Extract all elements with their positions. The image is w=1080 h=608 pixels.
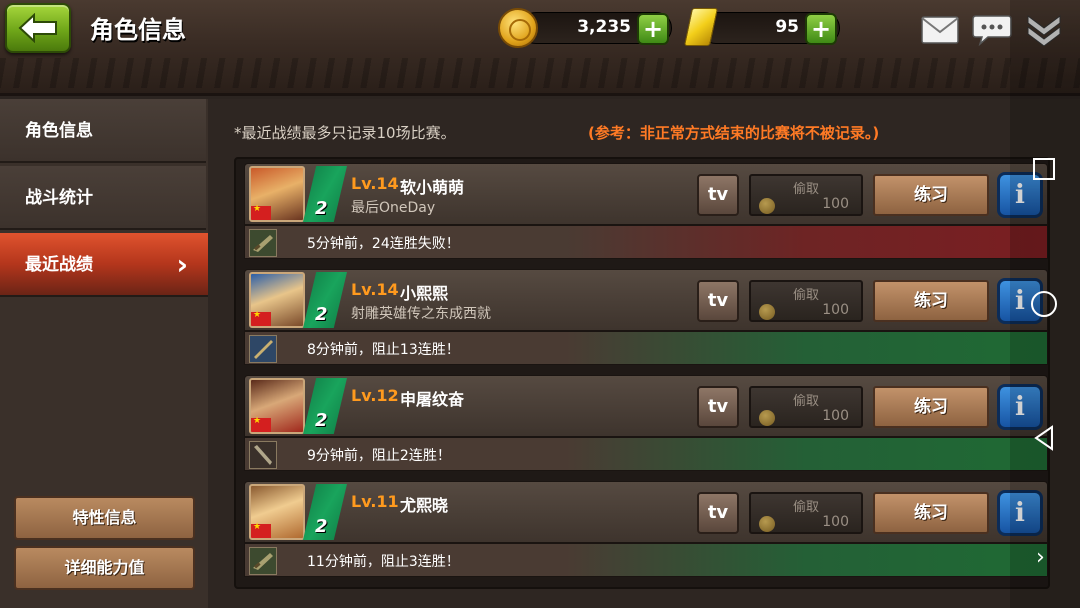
steal-cost: 100 (822, 302, 849, 318)
coin-icon (759, 516, 775, 532)
replay-tv-button[interactable]: tv (697, 280, 739, 322)
player-name: 软小萌萌 (400, 178, 465, 197)
detailed-stats-button[interactable]: 详细能力值 (14, 546, 195, 590)
chevron-right-icon[interactable]: › (1036, 545, 1045, 570)
chat-icon[interactable] (972, 12, 1012, 46)
steal-button[interactable]: 偷取 100 (749, 386, 863, 428)
avatar[interactable] (249, 272, 305, 328)
list-item: 2 Lv.12 申屠纹奋 tv 偷取 100 练习 i 9分钟前，阻止2连胜！ (244, 375, 1048, 475)
mail-icon[interactable] (920, 12, 960, 46)
row-header: 2 Lv.11 尤熙晓 tv 偷取 100 练习 i (244, 481, 1048, 543)
sidebar: 角色信息 战斗统计 最近战绩 › 特性信息 详细能力值 (0, 99, 208, 608)
result-bar: 5分钟前，24连胜失败！ (244, 225, 1048, 259)
avatar[interactable] (249, 484, 305, 540)
steal-cost: 100 (822, 514, 849, 530)
result-text: 11分钟前，阻止3连胜！ (307, 554, 460, 570)
weapon-icon (249, 441, 277, 469)
steal-label: 偷取 (792, 394, 819, 409)
china-flag-icon (251, 522, 271, 538)
list-item: 2 Lv.11 尤熙晓 tv 偷取 100 练习 i 11分钟前，阻止3连胜！ (244, 481, 1048, 581)
player-level: Lv.14 (351, 280, 399, 299)
weapon-icon (249, 547, 277, 575)
practice-button[interactable]: 练习 (873, 492, 989, 534)
row-header: 2 Lv.14 小熙熙 射雕英雄传之东成西就 tv 偷取 100 练习 i (244, 269, 1048, 331)
sidebar-item-recent-results[interactable]: 最近战绩 › (0, 233, 208, 297)
steal-cost: 100 (822, 196, 849, 212)
player-subtitle: 射雕英雄传之东成西就 (351, 306, 491, 322)
coin-icon (759, 304, 775, 320)
replay-tv-button[interactable]: tv (697, 386, 739, 428)
row-header: 2 Lv.12 申屠纹奋 tv 偷取 100 练习 i (244, 375, 1048, 437)
result-bar: 8分钟前，阻止13连胜！ (244, 331, 1048, 365)
practice-button[interactable]: 练习 (873, 280, 989, 322)
rank-number: 2 (315, 198, 328, 219)
practice-button[interactable]: 练习 (873, 386, 989, 428)
sidebar-item-battle-stats[interactable]: 战斗统计 (0, 166, 206, 230)
steal-label: 偷取 (792, 182, 819, 197)
replay-tv-button[interactable]: tv (697, 492, 739, 534)
abnormal-end-note: (参考：非正常方式结束的比赛将不被记录。) (588, 124, 880, 142)
result-text: 5分钟前，24连胜失败！ (307, 236, 460, 252)
add-coins-button[interactable]: + (637, 13, 669, 45)
home-icon[interactable] (1031, 291, 1057, 317)
coin-counter: 3,235 + (520, 12, 672, 45)
gold-counter: 95 + (700, 12, 840, 45)
china-flag-icon (251, 204, 271, 220)
steal-button[interactable]: 偷取 100 (749, 174, 863, 216)
player-name: 申屠纹奋 (400, 390, 465, 409)
gold-amount: 95 (775, 17, 799, 37)
player-level: Lv.14 (351, 174, 399, 193)
practice-button[interactable]: 练习 (873, 174, 989, 216)
top-bar: 角色信息 3,235 + 95 + (0, 0, 1080, 96)
player-name: 小熙熙 (400, 284, 449, 303)
steal-label: 偷取 (792, 500, 819, 515)
avatar[interactable] (249, 166, 305, 222)
coin-icon (759, 410, 775, 426)
recent-results-list[interactable]: 2 Lv.14 软小萌萌 最后OneDay tv 偷取 100 练习 i 5分钟… (234, 157, 1050, 589)
steal-button[interactable]: 偷取 100 (749, 492, 863, 534)
player-name: 尤熙晓 (400, 496, 449, 515)
sidebar-item-label: 战斗统计 (25, 188, 93, 208)
chevron-right-icon: › (176, 248, 188, 281)
sidebar-item-label: 最近战绩 (25, 255, 93, 275)
main-panel: *最近战绩最多只记录10场比赛。 (参考：非正常方式结束的比赛将不被记录。) 2… (208, 99, 1080, 608)
recent-apps-icon[interactable] (1033, 158, 1055, 180)
list-item: 2 Lv.14 小熙熙 射雕英雄传之东成西就 tv 偷取 100 练习 i 8分… (244, 269, 1048, 369)
player-subtitle: 最后OneDay (351, 200, 436, 216)
coin-icon (498, 8, 538, 48)
rank-number: 2 (315, 516, 328, 537)
player-level: Lv.12 (351, 386, 399, 405)
result-text: 9分钟前，阻止2连胜！ (307, 448, 451, 464)
weapon-icon (249, 229, 277, 257)
record-limit-note: *最近战绩最多只记录10场比赛。 (234, 124, 456, 142)
result-text: 8分钟前，阻止13连胜！ (307, 342, 460, 358)
back-arrow-icon (18, 13, 57, 43)
replay-tv-button[interactable]: tv (697, 174, 739, 216)
player-level: Lv.11 (351, 492, 399, 511)
add-gold-button[interactable]: + (805, 13, 837, 45)
coin-amount: 3,235 (577, 17, 631, 37)
result-bar: 9分钟前，阻止2连胜！ (244, 437, 1048, 471)
row-header: 2 Lv.14 软小萌萌 最后OneDay tv 偷取 100 练习 i (244, 163, 1048, 225)
avatar[interactable] (249, 378, 305, 434)
back-button[interactable] (5, 3, 71, 53)
rank-number: 2 (315, 410, 328, 431)
sidebar-item-character-info[interactable]: 角色信息 (0, 99, 206, 163)
sidebar-item-label: 角色信息 (25, 121, 93, 141)
list-item: 2 Lv.14 软小萌萌 最后OneDay tv 偷取 100 练习 i 5分钟… (244, 163, 1048, 263)
steal-label: 偷取 (792, 288, 819, 303)
weapon-icon (249, 335, 277, 363)
steal-button[interactable]: 偷取 100 (749, 280, 863, 322)
result-bar: 11分钟前，阻止3连胜！ (244, 543, 1048, 577)
steal-cost: 100 (822, 408, 849, 424)
china-flag-icon (251, 310, 271, 326)
rank-number: 2 (315, 304, 328, 325)
coin-icon (759, 198, 775, 214)
nav-back-icon[interactable] (1030, 424, 1058, 452)
page-title: 角色信息 (90, 16, 186, 44)
china-flag-icon (251, 416, 271, 432)
traits-info-button[interactable]: 特性信息 (14, 496, 195, 540)
